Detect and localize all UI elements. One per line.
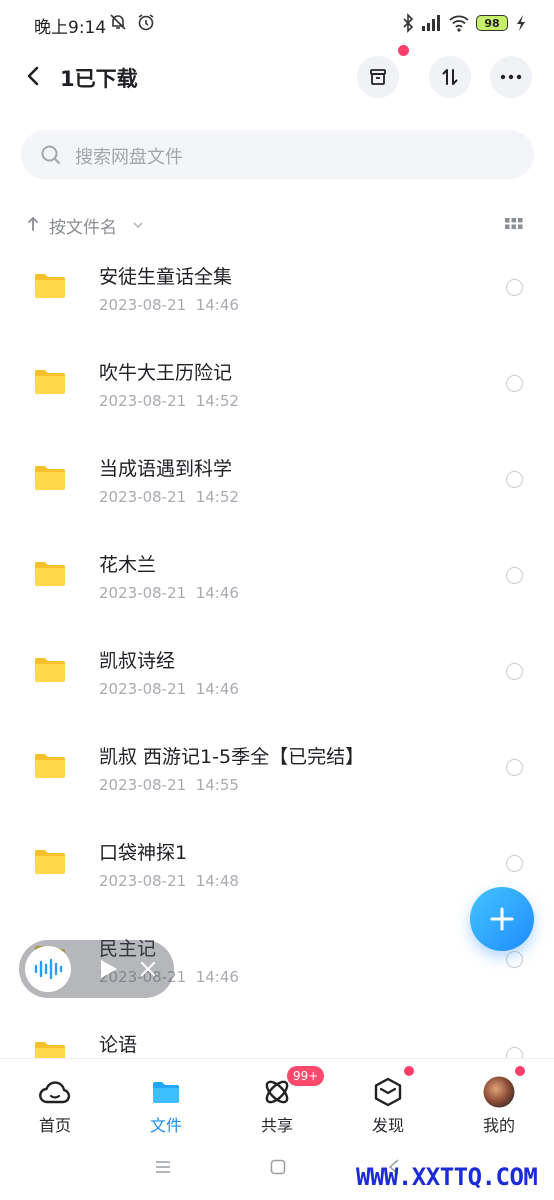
- avatar: [482, 1075, 516, 1109]
- sort-bar: 按文件名: [0, 206, 554, 242]
- tab-discover-label: 发现: [371, 1116, 404, 1135]
- bluetooth-icon: [403, 13, 414, 33]
- sort-toggle-button[interactable]: [429, 56, 471, 98]
- select-checkbox[interactable]: [506, 1047, 523, 1058]
- close-icon[interactable]: [140, 961, 156, 977]
- file-row[interactable]: 花木兰 2023-08-21 14:46: [0, 528, 554, 624]
- battery-indicator: 98: [476, 15, 508, 31]
- tab-share-label: 共享: [260, 1116, 293, 1135]
- grid-view-icon[interactable]: [505, 217, 523, 231]
- file-row[interactable]: 吹牛大王历险记 2023-08-21 14:52: [0, 336, 554, 432]
- header: 1已下载: [0, 45, 554, 102]
- folder-icon: [35, 274, 65, 298]
- select-checkbox[interactable]: [506, 855, 523, 872]
- file-name: 吹牛大王历险记: [99, 362, 233, 384]
- select-checkbox[interactable]: [506, 471, 523, 488]
- tab-profile-label: 我的: [482, 1116, 515, 1135]
- select-checkbox[interactable]: [506, 759, 523, 776]
- notification-dot: [398, 45, 409, 56]
- tab-home[interactable]: 首页: [0, 1059, 110, 1135]
- back-button[interactable]: [20, 62, 48, 90]
- folder-icon: [35, 658, 65, 682]
- folder-icon: [35, 754, 65, 778]
- file-name: 花木兰: [99, 554, 157, 576]
- folder-icon: [35, 370, 65, 394]
- file-row[interactable]: 口袋神探1 2023-08-21 14:48: [0, 816, 554, 912]
- file-date: 2023-08-21 14:48: [99, 872, 239, 890]
- sort-arrows-icon: [442, 69, 458, 85]
- play-icon[interactable]: [99, 958, 119, 980]
- alarm-icon: [138, 14, 154, 31]
- tab-files[interactable]: 文件: [111, 1059, 221, 1135]
- select-checkbox[interactable]: [506, 279, 523, 296]
- search-input[interactable]: 搜索网盘文件: [21, 130, 534, 179]
- watermark: WWW.XXTTQ.COM: [356, 1163, 538, 1191]
- file-date: 2023-08-21 14:55: [99, 776, 239, 794]
- file-date: 2023-08-21 14:46: [99, 584, 239, 602]
- wifi-icon: [449, 15, 469, 32]
- search-placeholder: 搜索网盘文件: [75, 147, 183, 168]
- file-date: 2023-08-21 14:46: [99, 680, 239, 698]
- file-row[interactable]: 凯叔诗经 2023-08-21 14:46: [0, 624, 554, 720]
- more-button[interactable]: [490, 56, 532, 98]
- folder-icon: [35, 1042, 65, 1058]
- file-date: 2023-08-21 14:52: [99, 488, 239, 506]
- file-name: 凯叔 西游记1-5季全【已完结】: [99, 746, 365, 768]
- chevron-down-icon: [133, 222, 143, 229]
- file-list: 安徒生童话全集 2023-08-21 14:46 吹牛大王历险记 2023-08-21…: [0, 240, 554, 1058]
- file-name: 凯叔诗经: [99, 650, 176, 672]
- file-row[interactable]: 凯叔 西游记1-5季全【已完结】 2023-08-21 14:55: [0, 720, 554, 816]
- select-checkbox[interactable]: [506, 951, 523, 968]
- bottom-tab-bar: 首页 文件 共享 发现 我的: [0, 1058, 554, 1135]
- profile-notification-dot: [515, 1066, 525, 1076]
- page-title: 1已下载: [60, 67, 138, 91]
- select-checkbox[interactable]: [506, 567, 523, 584]
- tab-discover[interactable]: 发现: [333, 1059, 443, 1135]
- file-name: 当成语遇到科学: [99, 458, 233, 480]
- tab-profile[interactable]: 我的: [444, 1059, 554, 1135]
- tab-files-label: 文件: [149, 1116, 182, 1135]
- file-name: 论语: [99, 1034, 138, 1056]
- search-icon: [41, 145, 60, 164]
- cloud-home-icon: [38, 1075, 72, 1109]
- bell-muted-icon: [110, 14, 126, 30]
- file-row[interactable]: 安徒生童话全集 2023-08-21 14:46: [0, 240, 554, 336]
- status-left-icons: [108, 12, 156, 32]
- folder-icon: [35, 562, 65, 586]
- share-count-badge: 99+: [287, 1066, 325, 1086]
- file-row[interactable]: 论语: [0, 1008, 554, 1058]
- file-name: 安徒生童话全集: [99, 266, 233, 288]
- file-name: 口袋神探1: [99, 842, 188, 864]
- select-checkbox[interactable]: [506, 375, 523, 392]
- discover-box-icon: [371, 1075, 405, 1109]
- plus-icon: [490, 907, 514, 931]
- status-time: 晚上9:14: [34, 18, 107, 38]
- tab-home-label: 首页: [38, 1116, 71, 1135]
- menu-nav-icon[interactable]: [155, 1160, 171, 1174]
- add-button[interactable]: [470, 887, 534, 951]
- signal-icon: [422, 15, 440, 31]
- more-dots-icon: [500, 74, 522, 80]
- file-date: 2023-08-21 14:46: [99, 296, 239, 314]
- arrow-up-icon: [28, 217, 38, 231]
- folder-icon: [35, 850, 65, 874]
- file-date: 2023-08-21 14:52: [99, 392, 239, 410]
- archive-box-icon: [370, 69, 386, 85]
- status-right-icons: 98: [402, 13, 528, 33]
- folder-icon: [35, 466, 65, 490]
- charging-icon: [517, 15, 525, 31]
- sort-by-name-button[interactable]: 按文件名: [49, 213, 117, 238]
- transfer-list-button[interactable]: [357, 56, 399, 98]
- discover-notification-dot: [404, 1066, 414, 1076]
- folder-icon: [149, 1075, 183, 1109]
- home-nav-icon[interactable]: [270, 1159, 286, 1175]
- status-bar: 晚上9:14 98: [0, 0, 554, 48]
- chevron-left-icon: [27, 66, 39, 86]
- file-row[interactable]: 当成语遇到科学 2023-08-21 14:52: [0, 432, 554, 528]
- floating-player[interactable]: [19, 940, 174, 998]
- audio-wave-icon[interactable]: [25, 946, 71, 992]
- select-checkbox[interactable]: [506, 663, 523, 680]
